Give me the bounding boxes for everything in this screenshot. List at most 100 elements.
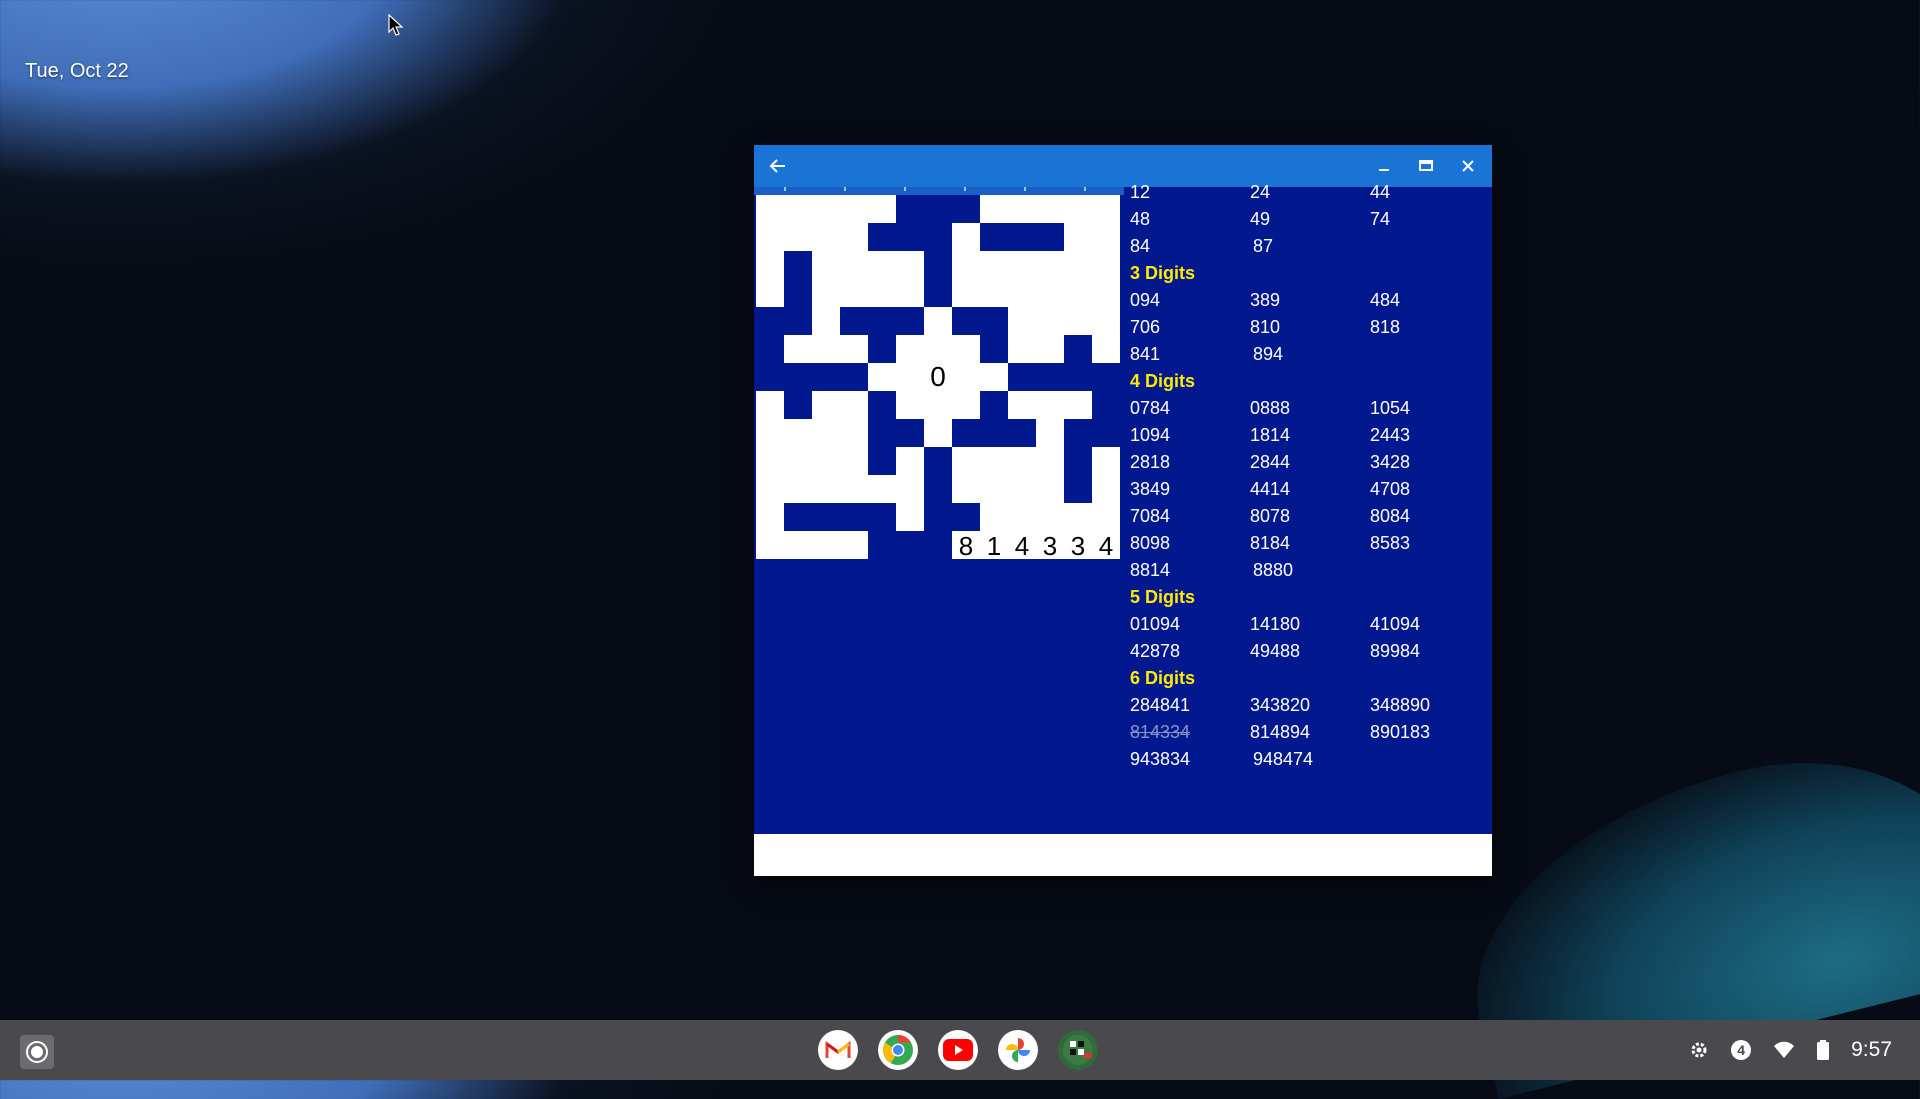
grid-cell[interactable] (980, 363, 1008, 391)
grid-cell[interactable] (1008, 335, 1036, 363)
grid-digit[interactable]: 8 (952, 531, 980, 561)
grid-cell[interactable] (1036, 251, 1064, 279)
word-item[interactable]: 8184 (1250, 530, 1370, 557)
grid-cell[interactable] (756, 419, 784, 447)
grid-cell[interactable] (1008, 279, 1036, 307)
grid-cell[interactable] (784, 223, 812, 251)
grid-cell[interactable] (980, 195, 1008, 223)
word-item[interactable]: 348890 (1370, 692, 1490, 719)
word-item[interactable]: 343820 (1250, 692, 1370, 719)
grid-cell[interactable] (784, 447, 812, 475)
grid-cell[interactable] (1064, 279, 1092, 307)
word-item[interactable]: 284841 (1130, 692, 1250, 719)
grid-cell[interactable] (980, 279, 1008, 307)
grid-cell[interactable] (756, 279, 784, 307)
word-item[interactable]: 0888 (1250, 395, 1370, 422)
word-item[interactable]: 484 (1370, 287, 1490, 314)
grid-cell[interactable] (868, 251, 896, 279)
word-item[interactable]: 74 (1370, 206, 1490, 233)
grid-cell[interactable] (980, 447, 1008, 475)
word-item[interactable]: 8814 (1130, 557, 1253, 584)
word-item[interactable]: 7084 (1130, 503, 1250, 530)
gmail-icon[interactable] (818, 1030, 858, 1070)
grid-cell[interactable] (1064, 223, 1092, 251)
grid-cell[interactable] (1036, 475, 1064, 503)
word-item[interactable]: 890183 (1370, 719, 1490, 746)
word-item[interactable]: 0784 (1130, 395, 1250, 422)
grid-cell[interactable] (840, 531, 868, 559)
grid-cell[interactable] (896, 475, 924, 503)
grid-cell[interactable] (784, 531, 812, 559)
word-item[interactable]: 094 (1130, 287, 1250, 314)
grid-digit[interactable]: 4 (1008, 531, 1036, 561)
word-item[interactable]: 810 (1250, 314, 1370, 341)
grid-cell[interactable] (1064, 503, 1092, 531)
grid-cell[interactable] (952, 223, 980, 251)
grid-cell[interactable] (812, 531, 840, 559)
grid-cell[interactable] (1092, 307, 1120, 335)
word-item[interactable]: 1814 (1250, 422, 1370, 449)
grid-cell[interactable] (924, 419, 952, 447)
grid-cell[interactable] (756, 223, 784, 251)
app-toolbar[interactable] (754, 187, 1124, 195)
puzzle-grid[interactable]: 0 8 1 4 3 3 4 (756, 195, 1120, 561)
word-item[interactable]: 1094 (1130, 422, 1250, 449)
word-item[interactable]: 49488 (1250, 638, 1370, 665)
grid-cell[interactable] (784, 335, 812, 363)
grid-cell[interactable] (756, 195, 784, 223)
word-item[interactable]: 49 (1250, 206, 1370, 233)
word-item[interactable]: 01094 (1130, 611, 1250, 638)
grid-cell[interactable] (840, 251, 868, 279)
word-item[interactable]: 706 (1130, 314, 1250, 341)
grid-cell[interactable] (1008, 307, 1036, 335)
grid-cell[interactable] (1008, 391, 1036, 419)
word-item[interactable]: 14180 (1250, 611, 1370, 638)
word-item[interactable]: 44 (1370, 179, 1490, 206)
word-item[interactable]: 48 (1130, 206, 1250, 233)
word-item[interactable]: 8084 (1370, 503, 1490, 530)
grid-cell[interactable] (868, 475, 896, 503)
grid-cell[interactable] (1064, 195, 1092, 223)
chrome-icon[interactable] (878, 1030, 918, 1070)
grid-cell[interactable] (1064, 251, 1092, 279)
grid-cell[interactable] (1008, 251, 1036, 279)
grid-cell[interactable] (812, 251, 840, 279)
grid-cell[interactable] (1036, 419, 1064, 447)
word-item[interactable]: 389 (1250, 287, 1370, 314)
grid-cell[interactable] (756, 447, 784, 475)
grid-cell[interactable] (840, 419, 868, 447)
grid-cell[interactable] (840, 391, 868, 419)
grid-cell[interactable] (980, 503, 1008, 531)
word-item[interactable]: 894 (1253, 341, 1376, 368)
grid-cell[interactable] (756, 391, 784, 419)
word-item[interactable]: 814894 (1250, 719, 1370, 746)
word-item[interactable]: 4708 (1370, 476, 1490, 503)
grid-cell[interactable] (784, 475, 812, 503)
grid-cell[interactable] (1092, 251, 1120, 279)
grid-cell[interactable] (812, 223, 840, 251)
youtube-icon[interactable] (938, 1030, 978, 1070)
grid-cell[interactable] (868, 363, 896, 391)
grid-cell[interactable] (756, 531, 784, 559)
word-item[interactable]: 4414 (1250, 476, 1370, 503)
fillin-app-icon[interactable] (1058, 1030, 1098, 1070)
grid-cell[interactable] (1092, 223, 1120, 251)
grid-cell[interactable] (1092, 335, 1120, 363)
grid-cell[interactable] (1092, 447, 1120, 475)
grid-cell[interactable] (952, 279, 980, 307)
grid-cell[interactable] (840, 195, 868, 223)
grid-cell[interactable] (980, 251, 1008, 279)
back-button[interactable] (756, 145, 800, 187)
grid-cell[interactable] (812, 307, 840, 335)
grid-cell[interactable] (1036, 335, 1064, 363)
grid-cell[interactable] (1036, 447, 1064, 475)
word-item[interactable]: 84 (1130, 233, 1253, 260)
grid-cell[interactable] (1036, 503, 1064, 531)
grid-cell[interactable] (868, 195, 896, 223)
grid-cell[interactable] (1008, 503, 1036, 531)
grid-cell[interactable] (1092, 195, 1120, 223)
grid-cell[interactable] (896, 503, 924, 531)
grid-cell[interactable] (840, 447, 868, 475)
grid-cell[interactable] (756, 251, 784, 279)
word-item[interactable]: 818 (1370, 314, 1490, 341)
